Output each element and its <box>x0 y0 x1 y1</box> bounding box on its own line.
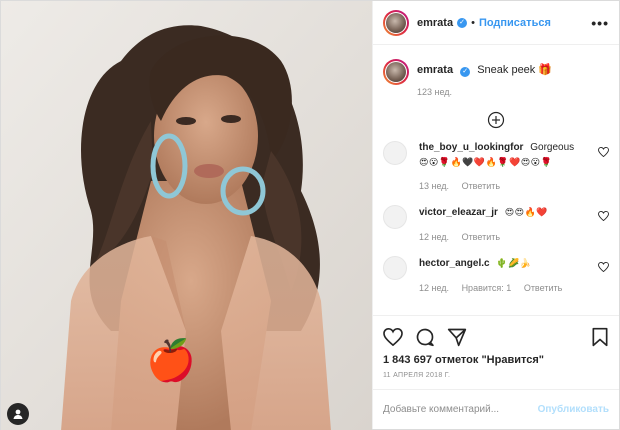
comments-list[interactable]: emrata ✓ Sneak peek 🎁 123 нед. the_boy_u… <box>373 45 619 315</box>
like-comment-heart-icon[interactable] <box>598 147 609 157</box>
post-actions: 1 843 697 отметок "Нравится" 11 АПРЕЛЯ 2… <box>373 315 619 379</box>
caption-avatar[interactable] <box>383 59 409 85</box>
commenter-avatar[interactable] <box>383 205 407 229</box>
comment-text: Gorgeous <box>530 142 575 153</box>
likes-count[interactable]: 1 843 697 отметок "Нравится" <box>383 354 609 366</box>
post-dialog: 🍎 emrata ✓ • Подписаться ••• emrata ✓ Sn… <box>0 0 620 430</box>
post-date: 11 АПРЕЛЯ 2018 Г. <box>383 372 451 379</box>
heart-icon <box>383 328 403 346</box>
post-header: emrata ✓ • Подписаться ••• <box>373 1 619 45</box>
like-button[interactable] <box>383 328 403 346</box>
comment-age: 12 нед. <box>419 232 450 242</box>
verified-badge-icon: ✓ <box>460 67 471 77</box>
separator-dot: • <box>471 16 475 29</box>
comment-emoji: 🌵🌽🍌 <box>496 258 532 268</box>
comment-username[interactable]: the_boy_u_lookingfor <box>419 142 523 153</box>
commenter-avatar[interactable] <box>383 141 407 165</box>
comment-item: victor_eleazar_jr 😍😍🔥❤️ 12 нед. Ответить <box>383 205 609 244</box>
reply-button[interactable]: Ответить <box>462 181 500 191</box>
comment-button[interactable] <box>415 327 435 347</box>
post-caption: emrata ✓ Sneak peek 🎁 123 нед. <box>383 45 609 97</box>
load-more-comments-button[interactable] <box>383 111 609 129</box>
post-sidebar: emrata ✓ • Подписаться ••• emrata ✓ Snea… <box>372 1 619 429</box>
share-icon <box>447 328 467 347</box>
comment-item: hector_angel.c 🌵🌽🍌 12 нед. Нравится: 1 О… <box>383 256 609 295</box>
save-button[interactable] <box>591 327 609 347</box>
caption-age: 123 нед. <box>417 87 453 97</box>
caption-username[interactable]: emrata <box>417 64 453 76</box>
comment-username[interactable]: hector_angel.c <box>419 258 490 269</box>
comment-item: the_boy_u_lookingfor Gorgeous 😍😮🌹🔥🖤❤️🔥🌹❤… <box>383 141 609 193</box>
reply-button[interactable]: Ответить <box>524 283 562 293</box>
comment-age: 12 нед. <box>419 283 450 293</box>
verified-badge-icon: ✓ <box>457 17 468 28</box>
comment-likes[interactable]: Нравится: 1 <box>462 283 512 293</box>
comment-emoji: 😍😍🔥❤️ <box>504 207 548 217</box>
apple-sticker: 🍎 <box>146 339 196 383</box>
publish-button[interactable]: Опубликовать <box>538 404 609 415</box>
comment-username[interactable]: victor_eleazar_jr <box>419 207 498 218</box>
comment-age: 13 нед. <box>419 181 450 191</box>
like-comment-heart-icon[interactable] <box>598 262 609 272</box>
caption-text: Sneak peek 🎁 <box>477 64 553 76</box>
like-comment-heart-icon[interactable] <box>598 211 609 221</box>
more-options-icon[interactable]: ••• <box>591 15 609 31</box>
author-avatar[interactable] <box>383 9 409 36</box>
author-username[interactable]: emrata <box>417 17 453 29</box>
comment-icon <box>416 328 434 347</box>
add-comment-bar: Добавьте комментарий... Опубликовать <box>373 389 619 429</box>
bookmark-icon <box>592 327 608 347</box>
tag-user-button[interactable] <box>7 403 29 425</box>
tag-user-icon <box>13 409 23 419</box>
post-photo[interactable]: 🍎 <box>1 1 372 430</box>
follow-button[interactable]: Подписаться <box>479 17 551 29</box>
comment-input[interactable]: Добавьте комментарий... <box>383 404 538 415</box>
reply-button[interactable]: Ответить <box>462 232 500 242</box>
comment-emoji: 😍😮🌹🔥🖤❤️🔥🌹❤️😍😮🌹 <box>419 157 553 167</box>
commenter-avatar[interactable] <box>383 256 407 280</box>
share-button[interactable] <box>447 327 467 347</box>
plus-circle-icon <box>487 111 505 129</box>
